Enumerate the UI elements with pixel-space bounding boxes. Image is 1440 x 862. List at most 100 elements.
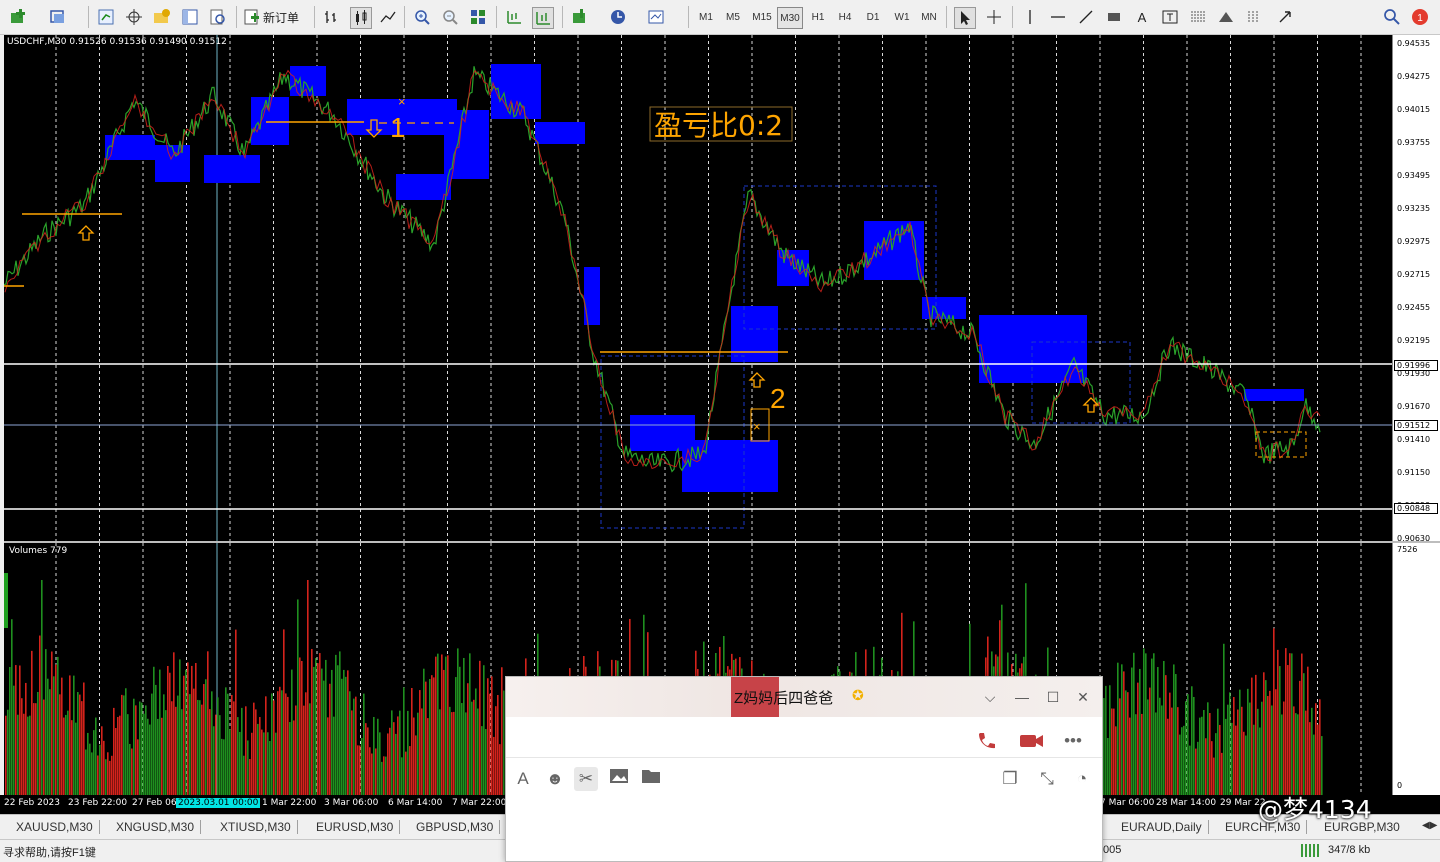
timeframe-mn[interactable]: MN [918,7,940,27]
volume-bar [1181,727,1183,795]
search-icon[interactable] [1382,7,1402,27]
text-label-icon[interactable] [1160,7,1180,27]
strategy-tester-icon[interactable] [208,7,228,27]
alerts-bell-icon[interactable]: 1 [1410,7,1430,27]
periodicity-clock-icon[interactable] [608,7,628,27]
crosshair-nav-icon[interactable] [124,7,144,27]
timeframe-m30[interactable]: M30 [777,7,803,29]
chat-title: Z妈妈后四爸爸 [734,690,834,707]
tab-xauusd[interactable]: XAUUSD,M30 [10,820,100,834]
folder-star-icon[interactable] [152,7,172,27]
autoscroll-icon[interactable] [532,7,554,29]
timeframe-w1[interactable]: W1 [891,7,913,27]
trendline-icon[interactable] [1076,7,1096,27]
timeframe-m5[interactable]: M5 [723,7,743,27]
volume-bar [23,713,25,795]
volume-scale[interactable]: 7526 0 [1392,543,1440,795]
zoom-in-icon[interactable] [412,7,432,27]
new-chart-icon[interactable] [8,7,28,27]
status-traffic: 347/8 kb [1328,844,1371,856]
tile-windows-icon[interactable] [468,7,488,27]
more-options-icon[interactable]: ••• [1061,729,1085,753]
collapse-icon[interactable]: ⤡ [1035,767,1059,791]
file-folder-icon[interactable] [639,767,663,791]
tab-gbpusd[interactable]: GBPUSD,M30 [410,820,501,834]
window-snap-icon[interactable]: ❐ [998,767,1022,791]
new-order-button[interactable]: 新订单 [244,7,306,27]
font-format-icon[interactable]: A [511,767,535,791]
horizontal-line-icon[interactable] [1048,7,1068,27]
chart-shift-icon[interactable] [504,7,524,27]
tab-xtiusd[interactable]: XTIUSD,M30 [214,820,298,834]
volume-bar [135,705,137,795]
volume-bar [395,733,397,795]
vertical-line-icon[interactable] [1020,7,1040,27]
volume-bar [225,687,227,795]
market-watch-icon[interactable] [96,7,116,27]
rectangle-tool-icon[interactable] [1104,7,1124,27]
chat-maximize-icon[interactable]: ☐ [1043,687,1063,707]
arrows-tool-icon[interactable] [1276,7,1296,27]
price-chart[interactable]: × × 1 2 盈亏比0:2 USDCHF,M30 0.91526 0.91536 0.… [4,35,1392,541]
video-call-icon[interactable] [1018,729,1043,753]
bar-chart-icon[interactable] [322,7,342,27]
price-scale[interactable]: 0.94535 0.94275 0.94015 0.93755 0.93495 0.932… [1392,35,1440,543]
timeframe-d1[interactable]: D1 [863,7,883,27]
screenshot-scissors-icon[interactable]: ✂ [574,767,598,791]
timeframe-h4[interactable]: H4 [835,7,855,27]
volume-bar [51,651,53,795]
volume-bar [73,675,75,795]
terminal-icon[interactable] [180,7,200,27]
volume-bar [209,709,211,795]
volume-bar [91,752,93,795]
fibonacci-icon[interactable] [1188,7,1208,27]
image-icon[interactable] [607,767,631,791]
chat-close-icon[interactable]: ✕ [1073,687,1093,707]
timeframe-m1[interactable]: M1 [696,7,716,27]
cursor-icon[interactable] [954,7,976,29]
volume-bar [425,681,427,795]
volume-bar [253,702,255,795]
time-scale-label: 3 Mar 06:00 [324,798,379,808]
line-chart-icon[interactable] [378,7,398,27]
volume-bar [361,738,363,795]
triangle-tool-icon[interactable] [1216,7,1236,27]
volume-bar [1315,703,1317,795]
tab-euraud[interactable]: EURAUD,Daily [1115,820,1209,834]
chat-dropdown-icon[interactable]: ⌵ [980,687,1000,707]
tab-xngusd[interactable]: XNGUSD,M30 [110,820,202,834]
chat-header[interactable]: Z妈妈后四爸爸 ✪ ⌵ — ☐ ✕ [506,677,1102,717]
channel-icon[interactable] [1244,7,1264,27]
volume-bar [1113,708,1115,795]
volume-bar [43,699,45,795]
chat-window[interactable]: Z妈妈后四爸爸 ✪ ⌵ — ☐ ✕ ••• A ☻ ✂ ❐ ⤡ ◔ [505,676,1103,862]
templates-icon[interactable] [646,7,666,27]
volume-bar [259,717,261,795]
indicators-icon[interactable] [570,7,590,27]
volume-bar [375,748,377,795]
emoji-icon[interactable]: ☻ [543,767,567,791]
volume-bar [279,686,281,795]
zoom-out-icon[interactable] [440,7,460,27]
timeframe-h1[interactable]: H1 [808,7,828,27]
volume-bar [1229,692,1231,795]
crosshair-icon[interactable] [984,7,1004,27]
text-tool-icon[interactable]: A [1132,7,1152,27]
candlestick-icon[interactable] [350,7,372,29]
voice-call-icon[interactable] [974,729,998,753]
chat-minimize-icon[interactable]: — [1012,687,1032,707]
volume-bar [1219,724,1221,795]
tab-eurusd[interactable]: EURUSD,M30 [310,820,401,834]
volume-bar [31,650,33,795]
volume-bar [1295,713,1297,795]
time-scale-label: 7 Mar 06:00 [1100,798,1155,808]
volume-bar [305,692,307,795]
volume-bar [299,657,301,795]
volume-bar [349,691,351,795]
volume-bar [1239,689,1241,795]
tabs-scroll-right-icon[interactable]: ◀▶ [1416,820,1440,831]
volume-bar [151,693,153,795]
timeframe-m15[interactable]: M15 [750,7,774,27]
profiles-icon[interactable] [48,7,68,27]
history-clock-icon[interactable]: ◔ [1070,767,1094,791]
